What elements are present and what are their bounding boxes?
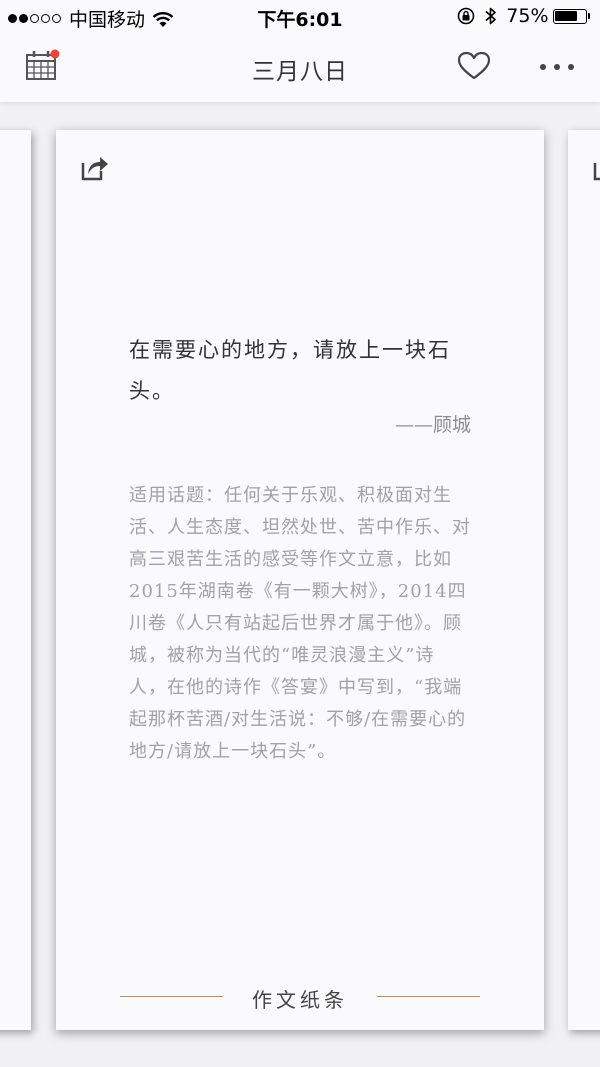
footer-label: 作文纸条: [252, 988, 348, 1012]
signal-dot: [52, 14, 61, 23]
status-right: 75%: [456, 5, 590, 27]
carrier-name: 中国移动: [69, 9, 146, 31]
quote-text: 在需要心的地方，请放上一块石头。: [129, 338, 451, 403]
nav-bar: 三月八日: [0, 34, 600, 102]
page-title: 三月八日: [252, 59, 348, 85]
quote-card[interactable]: 在需要心的地方，请放上一块石头。 ——顾城 适用话题：任何关于乐观、积极面对生活…: [56, 130, 544, 1030]
share-icon[interactable]: [80, 154, 110, 182]
heart-icon[interactable]: [457, 51, 491, 81]
signal-dot: [19, 14, 28, 23]
signal-dot: [41, 14, 50, 23]
quote-author: ——顾城: [394, 414, 471, 436]
next-card[interactable]: [568, 130, 600, 1030]
topic-description: 适用话题：任何关于乐观、积极面对生活、人生态度、坦然处世、苦中作乐、对高三艰苦生…: [129, 485, 471, 762]
bluetooth-icon: [485, 7, 497, 25]
more-icon[interactable]: [538, 62, 576, 72]
rotation-lock-icon: [457, 7, 475, 25]
carrier-group: 中国移动: [8, 5, 175, 32]
signal-dot: [30, 14, 39, 23]
share-icon: [593, 163, 600, 181]
status-bar: 中国移动 下午6:01 75%: [0, 0, 600, 34]
previous-card[interactable]: [0, 130, 31, 1030]
battery-icon: [552, 8, 590, 24]
footer-divider-right: [377, 996, 480, 997]
wifi-icon: [152, 11, 174, 27]
signal-strength-icon: [8, 14, 63, 23]
signal-dot: [8, 14, 17, 23]
card-footer: 作文纸条: [120, 984, 480, 1014]
battery-percent: 75%: [506, 5, 549, 27]
